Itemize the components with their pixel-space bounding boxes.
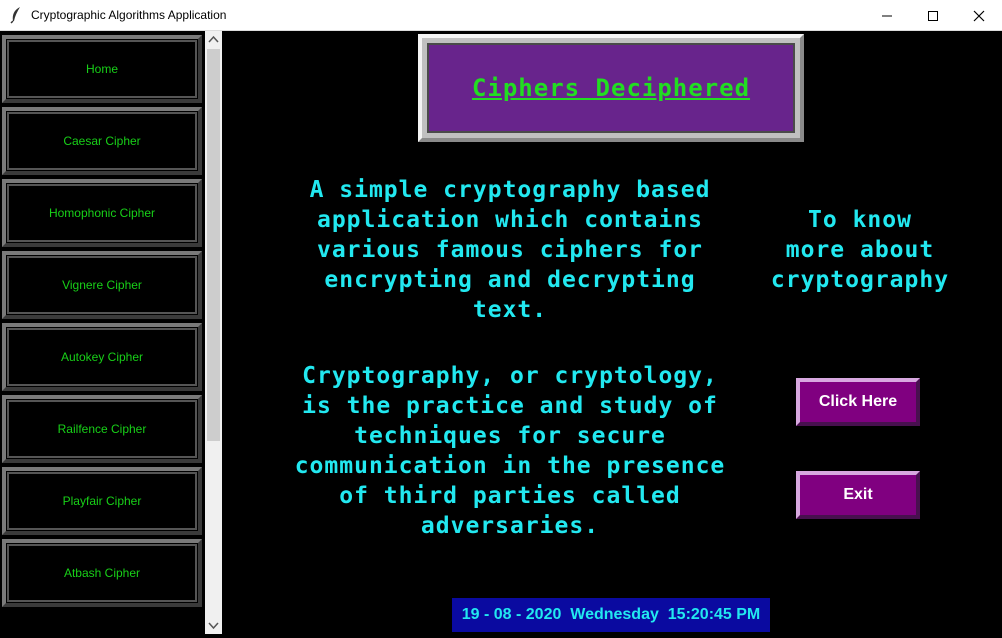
scroll-thumb[interactable] (207, 49, 220, 441)
sidebar-item-autokey-cipher[interactable]: Autokey Cipher (2, 323, 202, 391)
sidebar-scrollbar[interactable] (205, 31, 222, 634)
sidebar-item-vignere-cipher[interactable]: Vignere Cipher (2, 251, 202, 319)
chevron-up-icon (208, 35, 219, 43)
sidebar-item-home[interactable]: Home (2, 35, 202, 103)
maximize-button[interactable] (910, 0, 956, 31)
date-time-display: 19 - 08 - 2020 Wednesday 15:20:45 PM (452, 598, 770, 632)
scroll-up-button[interactable] (205, 31, 222, 48)
chevron-down-icon (208, 622, 219, 630)
banner-panel: Ciphers Deciphered (427, 43, 795, 133)
maximize-icon (928, 11, 938, 21)
exit-button[interactable]: Exit (796, 471, 920, 519)
sidebar-item-caesar-cipher[interactable]: Caesar Cipher (2, 107, 202, 175)
close-button[interactable] (956, 0, 1002, 31)
sidebar-item-atbash-cipher[interactable]: Atbash Cipher (2, 539, 202, 607)
app-description: A simple cryptography based application … (309, 177, 711, 323)
minimize-icon (882, 15, 892, 17)
main-content: Ciphers Deciphered A simple cryptography… (222, 31, 1002, 634)
close-icon (973, 10, 985, 22)
window-title: Cryptographic Algorithms Application (31, 8, 227, 22)
sidebar-item-railfence-cipher[interactable]: Railfence Cipher (2, 395, 202, 463)
sidebar-item-playfair-cipher[interactable]: Playfair Cipher (2, 467, 202, 535)
feather-icon (8, 6, 24, 24)
sidebar-item-homophonic-cipher[interactable]: Homophonic Cipher (2, 179, 202, 247)
page-title: Ciphers Deciphered (471, 74, 751, 102)
cryptography-definition: Cryptography, or cryptology, is the prac… (294, 363, 726, 539)
scroll-down-button[interactable] (205, 617, 222, 634)
title-bar: Cryptographic Algorithms Application (0, 0, 1002, 31)
click-here-button[interactable]: Click Here (796, 378, 920, 426)
know-more-text: To know more about cryptography (770, 207, 950, 293)
sidebar: Home Caesar Cipher Homophonic Cipher Vig… (0, 31, 205, 634)
title-banner: Ciphers Deciphered (418, 34, 804, 142)
minimize-button[interactable] (864, 0, 910, 31)
